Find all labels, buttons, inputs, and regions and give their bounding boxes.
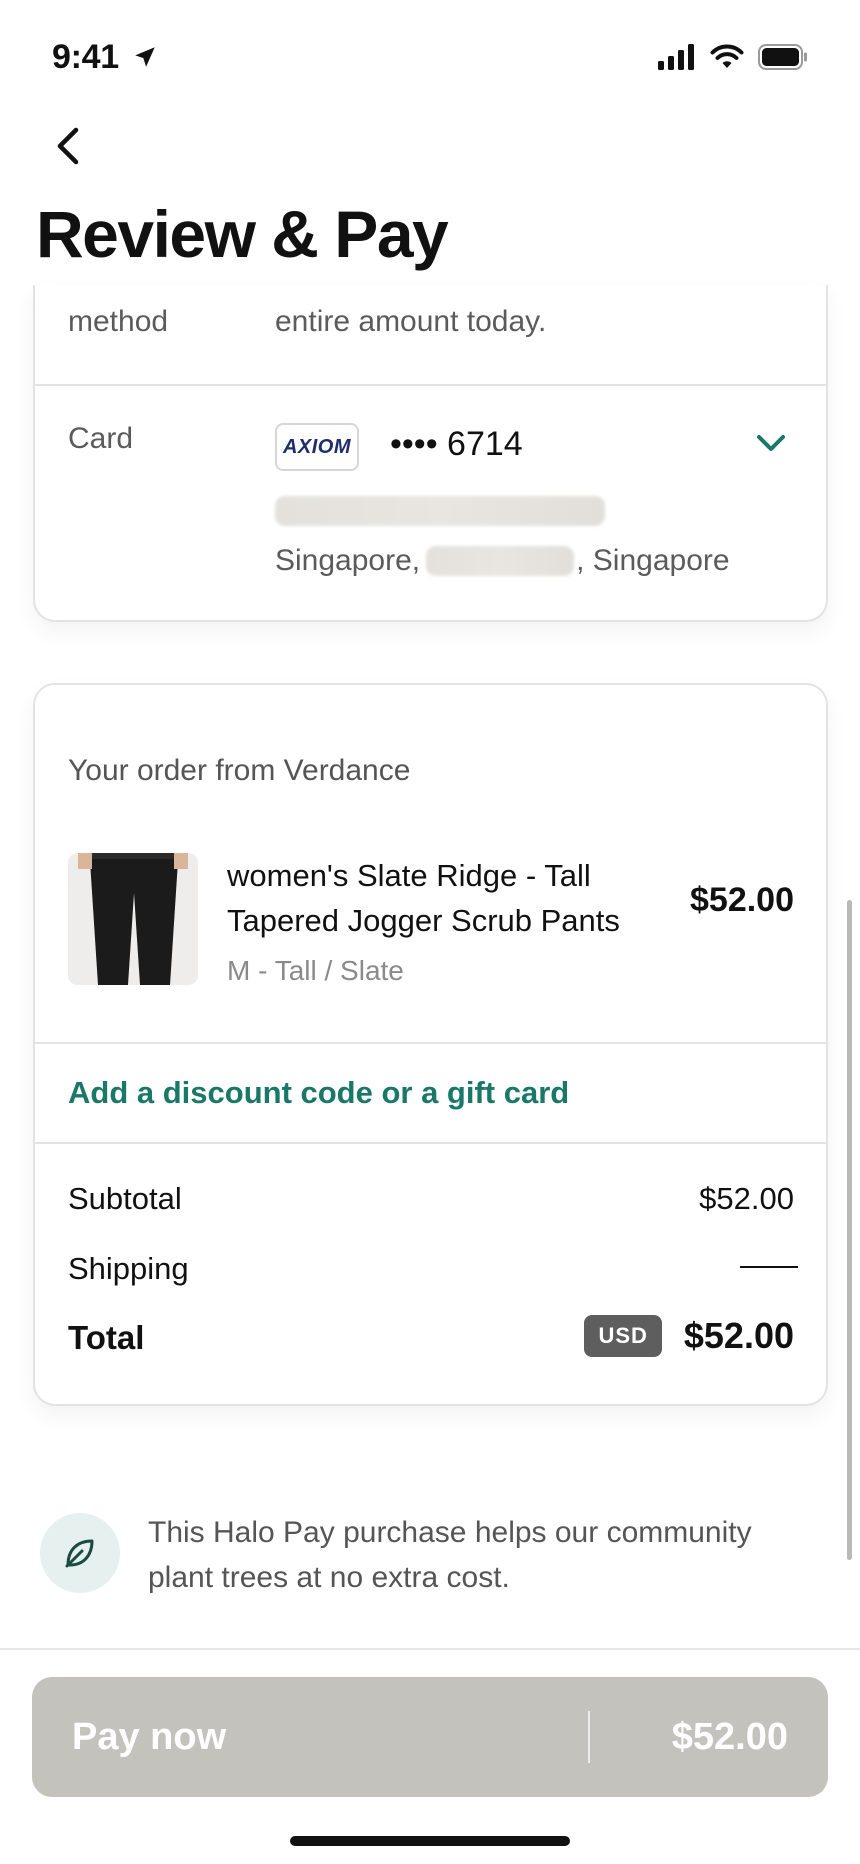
total-value-group: USD $52.00 [584,1315,794,1357]
subtotal-label: Subtotal [68,1181,182,1216]
leaf-icon [65,1539,94,1568]
product-variant: M - Tall / Slate [227,955,404,986]
card-selector[interactable]: Card AXIOM •••• 6714 Singapore, , Singap… [35,386,826,620]
status-time: 9:41 [52,38,158,77]
tree-planting-note: This Halo Pay purchase helps our communi… [148,1516,752,1594]
pay-now-amount: $52.00 [671,1715,788,1758]
wifi-icon [710,44,744,68]
back-button[interactable] [48,122,88,170]
subtotal-value: $52.00 [699,1181,794,1216]
payment-method-label: method [68,305,169,338]
currency-badge: USD [584,1315,662,1357]
signal-icon [658,44,694,70]
card-label: Card [68,422,134,455]
card-number: •••• 6714 [390,425,523,463]
product-image [68,853,198,985]
order-summary-card: Your order from Verdance women's Slate R… [33,683,828,1406]
leaf-badge [40,1513,120,1593]
page-title: Review & Pay [36,197,449,271]
order-heading: Your order from Verdance [68,754,411,787]
payment-details-card: method entire amount today. Card AXIOM •… [33,285,828,622]
total-value: $52.00 [683,1315,794,1356]
product-photo [68,853,198,985]
home-indicator [290,1836,570,1846]
product-name-line2: Tapered Jogger Scrub Pants [227,903,620,938]
chevron-down-icon [757,435,785,451]
divider [35,1042,826,1044]
location-arrow-icon [135,47,155,67]
card-brand-logo: AXIOM [275,423,359,471]
total-label: Total [68,1319,145,1356]
pay-now-label: Pay now [72,1715,227,1758]
status-time-text: 9:41 [52,38,119,76]
battery-icon [758,44,807,70]
redacted-postal [426,546,575,576]
address-city: Singapore, [275,544,421,577]
status-icons [658,44,808,70]
discount-link[interactable]: Add a discount code or a gift card [68,1075,569,1111]
payment-method-value: entire amount today. [275,305,547,338]
pay-button-separator [588,1711,590,1763]
back-chevron-icon [57,127,79,165]
divider [35,1142,826,1144]
address-country: , Singapore [576,544,730,577]
footer-divider [0,1648,860,1650]
redacted-name [275,496,605,526]
billing-address: Singapore, , Singapore [275,544,730,578]
scrollbar[interactable] [847,900,852,1560]
shipping-label: Shipping [68,1251,189,1286]
shipping-value: —— [740,1247,798,1282]
product-price: $52.00 [690,881,794,919]
product-name: women's Slate Ridge - Tall Tapered Jogge… [227,853,620,943]
pay-now-button[interactable]: Pay now $52.00 [32,1677,828,1797]
product-name-line1: women's Slate Ridge - Tall [227,858,591,893]
